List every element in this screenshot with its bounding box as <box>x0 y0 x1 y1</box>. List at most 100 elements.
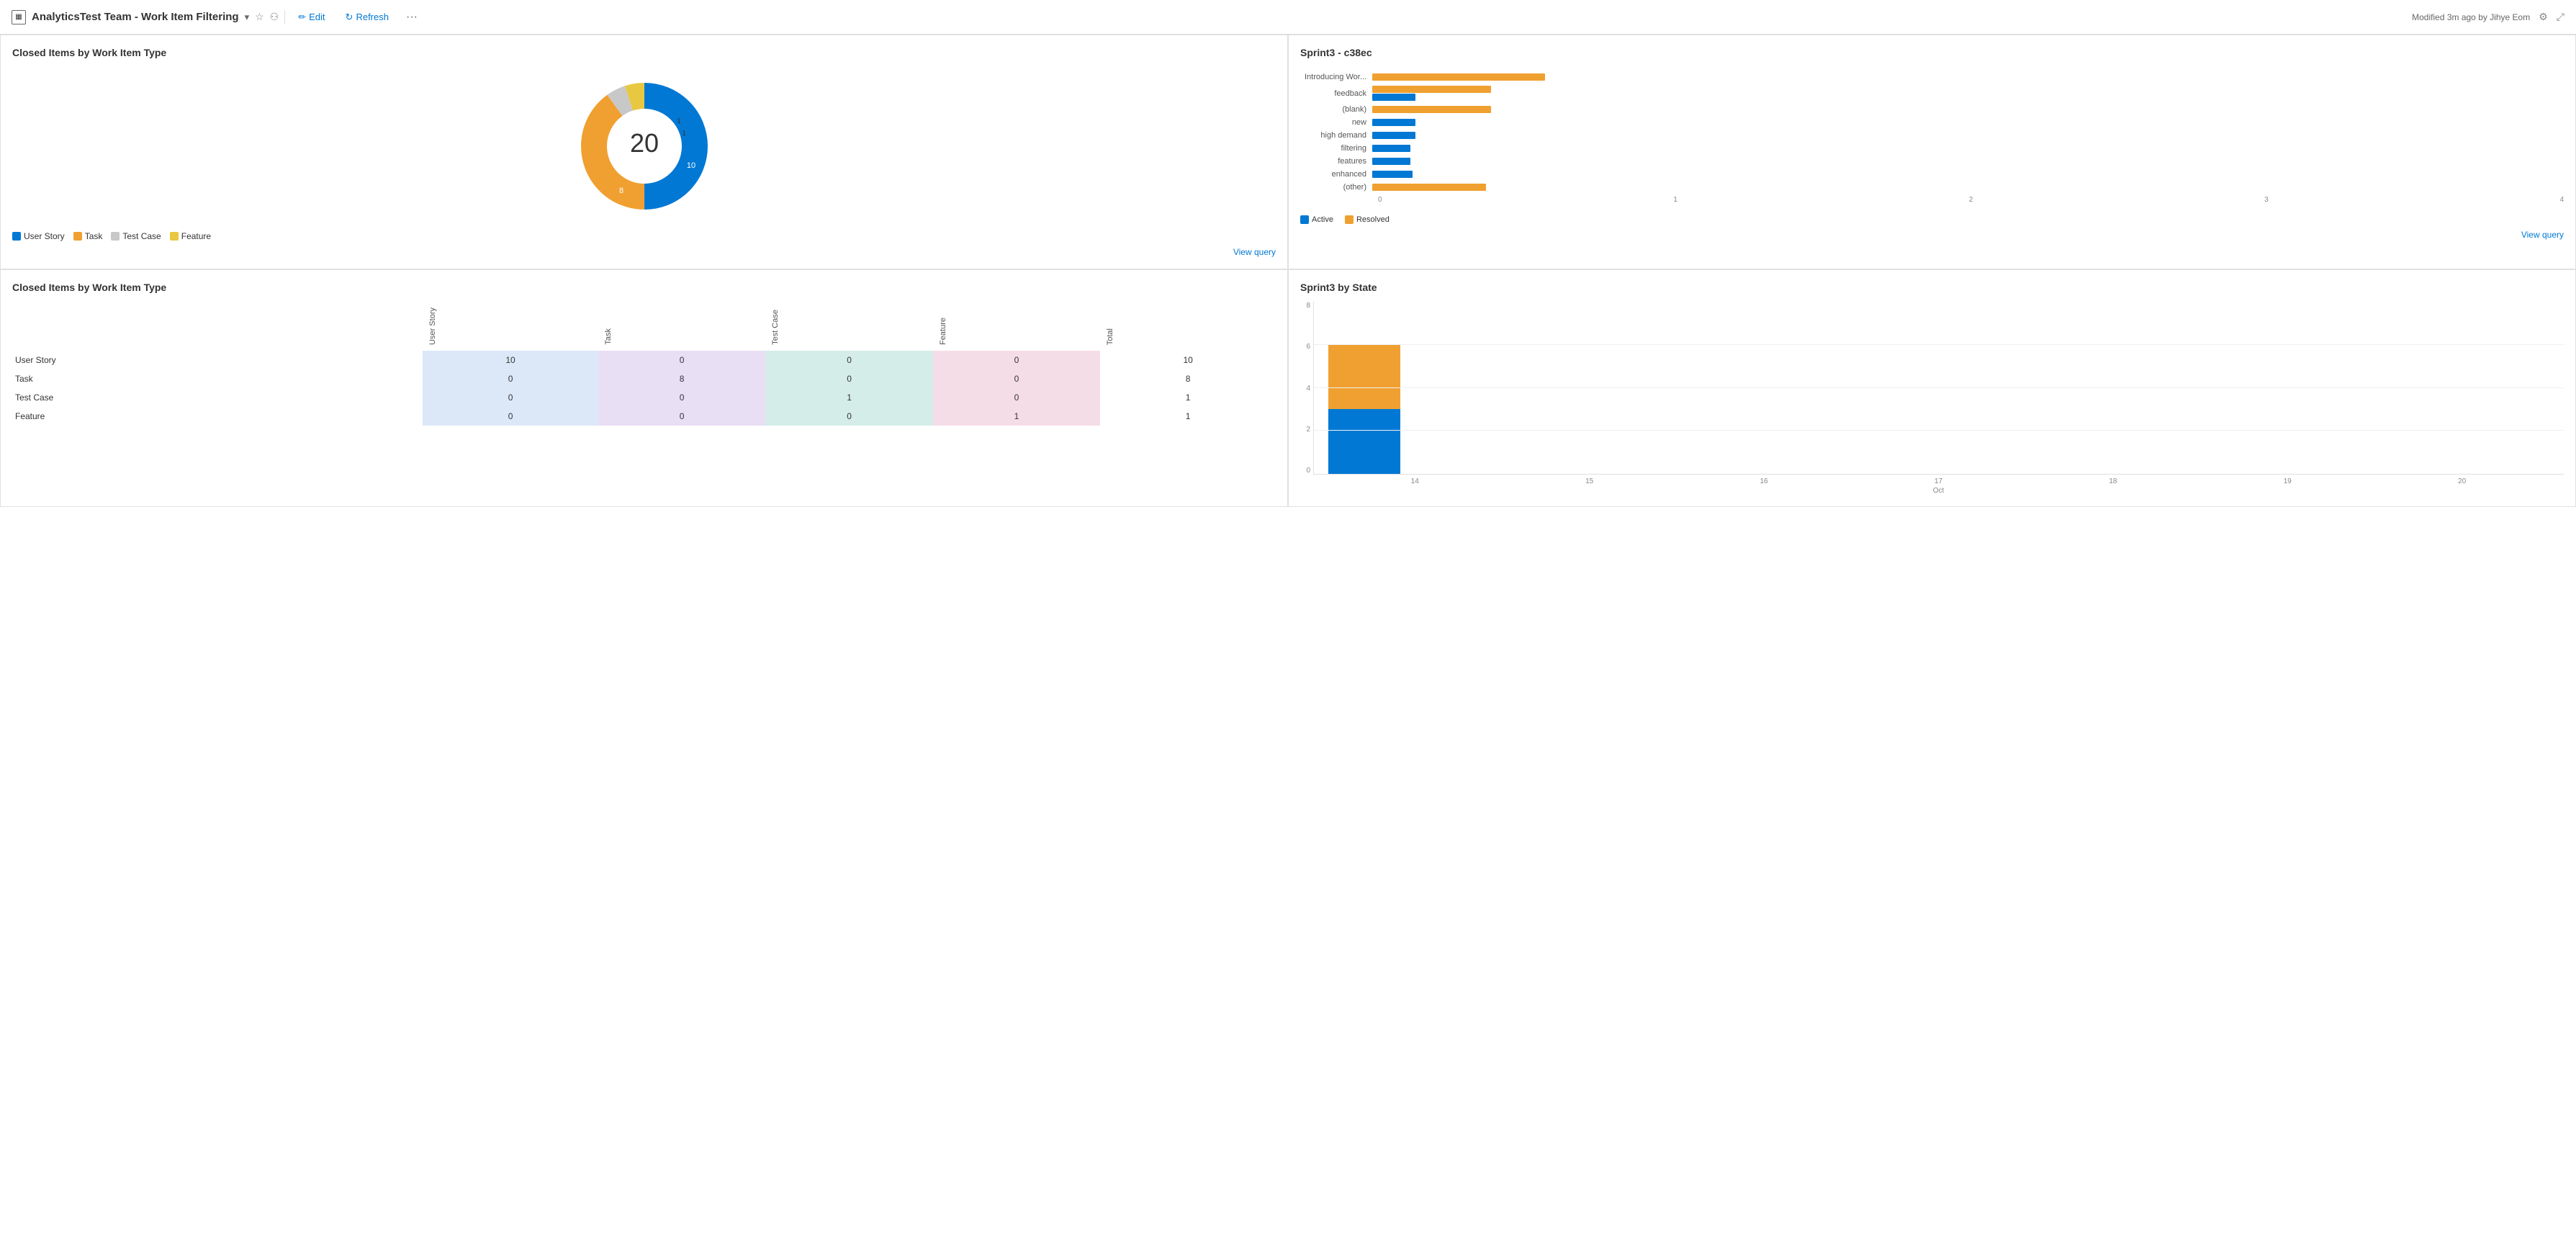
bar-segment-active <box>1372 145 1410 152</box>
edit-button[interactable]: ✏ Edit <box>291 9 332 26</box>
expand-icon[interactable]: ⤢ <box>2557 11 2564 23</box>
bar-row: Introducing Wor... <box>1300 73 2564 81</box>
cell: 0 <box>765 407 932 426</box>
bar-chart-area: Introducing Wor...feedback(blank)newhigh… <box>1300 67 2564 210</box>
gridlines <box>1314 302 2564 474</box>
table-row: Feature 0 0 0 1 1 <box>12 407 1276 426</box>
bar-group <box>1372 119 2564 126</box>
legend-user-story: User Story <box>12 231 65 241</box>
table-header-row: User Story Task Test Case Feature Total <box>12 302 1276 351</box>
y-axis: 0 2 4 6 8 <box>1300 302 1313 475</box>
cell: 0 <box>423 388 598 407</box>
gridline <box>1314 387 2564 388</box>
legend-resolved-color <box>1345 215 1354 224</box>
star-icon[interactable]: ☆ <box>255 11 264 23</box>
refresh-button[interactable]: ↻ Refresh <box>338 9 396 26</box>
modified-text: Modified 3m ago by Jihye Eom <box>2412 12 2530 22</box>
bar-row: high demand <box>1300 131 2564 140</box>
legend-label-feature: Feature <box>181 231 211 241</box>
th-empty <box>12 302 423 351</box>
legend-test-case: Test Case <box>111 231 161 241</box>
cell: 0 <box>598 388 765 407</box>
header-left: ▦ AnalyticsTest Team - Work Item Filteri… <box>12 8 2406 27</box>
bar-axis: 0 1 2 3 4 <box>1300 196 2564 204</box>
bar-row: enhanced <box>1300 170 2564 179</box>
legend-active-label: Active <box>1312 215 1333 224</box>
legend-resolved: Resolved <box>1345 215 1390 224</box>
bar-group <box>1372 158 2564 165</box>
donut-total: 20 <box>629 128 658 158</box>
th-total: Total <box>1100 302 1276 351</box>
widget-title-sprint3-state: Sprint3 by State <box>1300 282 2564 293</box>
dashboard: Closed Items by Work Item Type 20 1 1 10… <box>0 35 2576 507</box>
view-query-donut[interactable]: View query <box>12 247 1276 257</box>
view-query-sprint3[interactable]: View query <box>1300 230 2564 240</box>
th-test-case: Test Case <box>765 302 932 351</box>
edit-icon: ✏ <box>298 12 306 23</box>
bar-row: feedback <box>1300 86 2564 101</box>
work-item-table: User Story Task Test Case Feature Total … <box>12 302 1276 426</box>
separator <box>284 10 285 24</box>
stacked-chart-area: 14 15 16 17 18 19 20 Oct <box>1313 302 2564 495</box>
bar-resolved <box>1328 344 1400 409</box>
bar-row-label: Introducing Wor... <box>1300 73 1372 81</box>
table-body: User Story 10 0 0 0 10 Task 0 8 0 0 8 <box>12 351 1276 426</box>
bar-segment-resolved <box>1372 184 1486 191</box>
cell: 0 <box>598 407 765 426</box>
cell-total: 1 <box>1100 388 1276 407</box>
bar-rows: Introducing Wor...feedback(blank)newhigh… <box>1300 73 2564 192</box>
widget-title-sprint3: Sprint3 - c38ec <box>1300 47 2564 58</box>
donut-chart-svg: 20 1 1 10 8 <box>572 74 716 218</box>
gridline <box>1314 344 2564 345</box>
legend-color-user-story <box>12 232 21 241</box>
bar-segment-active <box>1372 94 1415 101</box>
legend-active-color <box>1300 215 1309 224</box>
donut-label-user-story: 10 <box>686 161 695 170</box>
legend-active: Active <box>1300 215 1333 224</box>
legend-color-feature <box>170 232 179 241</box>
stacked-bars-container <box>1313 302 2564 475</box>
bar-group <box>1372 184 2564 191</box>
header-right: Modified 3m ago by Jihye Eom ⚙ ⤢ <box>2412 11 2564 23</box>
more-options-button[interactable]: ··· <box>402 8 422 27</box>
cell-total: 10 <box>1100 351 1276 369</box>
legend-color-test-case <box>111 232 120 241</box>
bar-segment-active <box>1372 132 1415 139</box>
cell: 0 <box>933 351 1100 369</box>
bar-row-label: features <box>1300 157 1372 166</box>
legend-task: Task <box>73 231 103 241</box>
bar-row-label: feedback <box>1300 89 1372 98</box>
legend-label-user-story: User Story <box>24 231 65 241</box>
stacked-bar-col <box>1328 344 1400 474</box>
row-label: Task <box>12 369 423 388</box>
bar-segment-resolved <box>1372 73 1545 81</box>
people-icon[interactable]: ⚇ <box>270 11 279 23</box>
chevron-down-icon[interactable]: ▾ <box>245 12 250 23</box>
legend-resolved-label: Resolved <box>1356 215 1390 224</box>
cell: 0 <box>933 388 1100 407</box>
gridline <box>1314 430 2564 431</box>
legend-label-task: Task <box>85 231 103 241</box>
bar-segment-active <box>1372 119 1415 126</box>
bar-group <box>1372 106 2564 113</box>
cell: 0 <box>933 369 1100 388</box>
bar-group <box>1372 145 2564 152</box>
cell: 8 <box>598 369 765 388</box>
donut-legend: User Story Task Test Case Feature <box>12 231 1276 241</box>
th-feature: Feature <box>933 302 1100 351</box>
stacked-chart-wrapper: 0 2 4 6 8 <box>1300 302 2564 495</box>
bar-group <box>1372 132 2564 139</box>
row-label: User Story <box>12 351 423 369</box>
bar-row-label: filtering <box>1300 144 1372 153</box>
widget-title-donut: Closed Items by Work Item Type <box>12 47 1276 58</box>
legend-color-task <box>73 232 82 241</box>
donut-chart-container: 20 1 1 10 8 <box>12 67 1276 225</box>
bar-row: new <box>1300 118 2564 127</box>
refresh-icon: ↻ <box>346 12 353 23</box>
cell: 1 <box>765 388 932 407</box>
settings-icon[interactable]: ⚙ <box>2539 11 2548 23</box>
bar-row-label: enhanced <box>1300 170 1372 179</box>
cell: 10 <box>423 351 598 369</box>
legend-feature: Feature <box>170 231 211 241</box>
widget-title-table: Closed Items by Work Item Type <box>12 282 1276 293</box>
